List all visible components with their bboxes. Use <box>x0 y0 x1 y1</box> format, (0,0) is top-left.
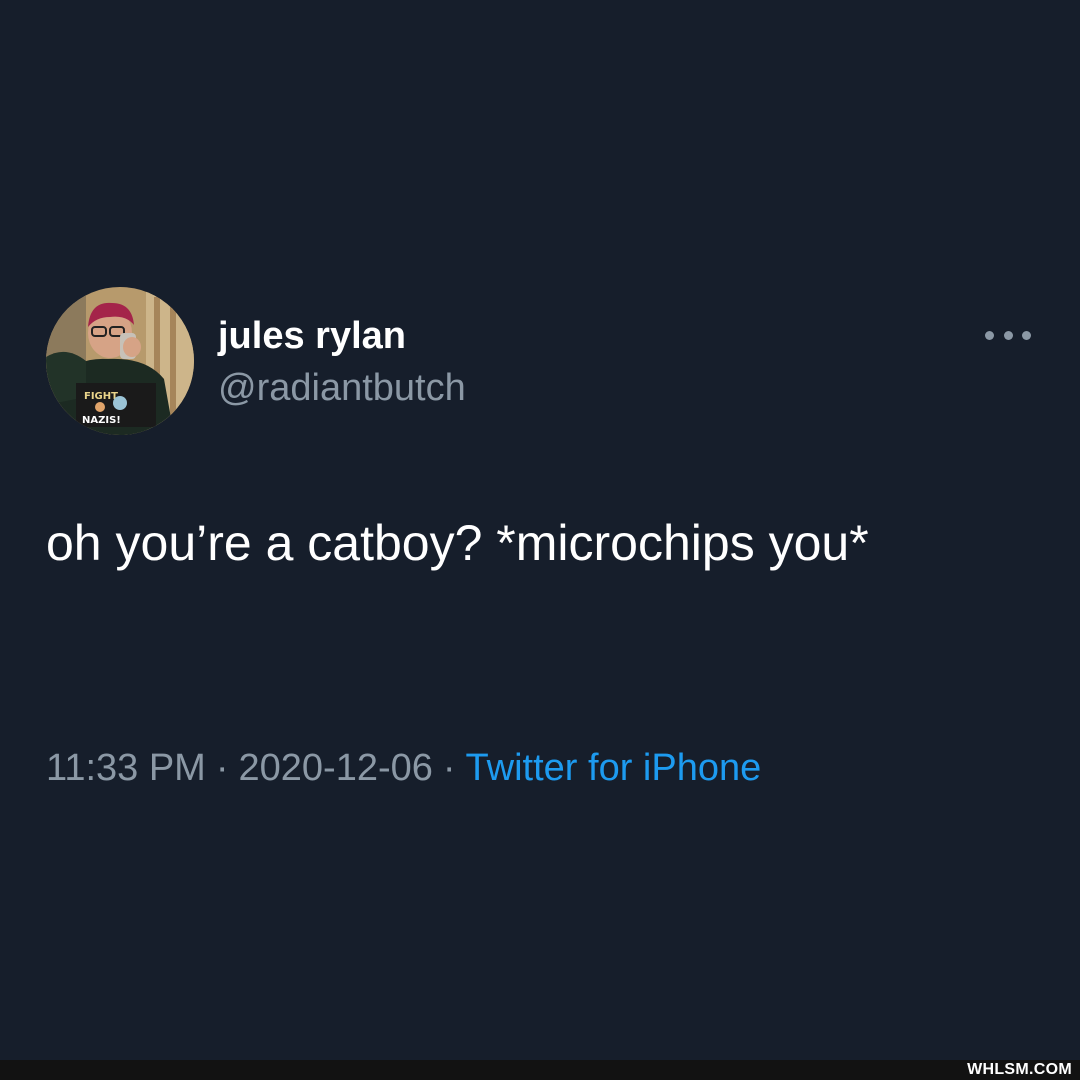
avatar[interactable]: FIGHT NAZIS! <box>46 287 194 435</box>
avatar-photo: FIGHT NAZIS! <box>46 287 194 435</box>
more-horizontal-icon[interactable] <box>985 322 1031 348</box>
tweet-date: 2020-12-06 <box>238 747 433 789</box>
watermark: WHLSM.COM <box>967 1061 1072 1078</box>
avatar-shirt-text-top: FIGHT <box>84 391 118 402</box>
tweet-meta: 11:33 PM · 2020-12-06 · Twitter for iPhone <box>46 744 761 792</box>
more-dot <box>985 330 994 340</box>
more-dot <box>1003 330 1013 340</box>
user-handle[interactable]: @radiantbutch <box>218 366 466 410</box>
tweet-card: FIGHT NAZIS! jules rylan @radiantbutch o… <box>0 0 1080 1060</box>
watermark-bar <box>0 1060 1080 1080</box>
meta-separator: · <box>442 747 456 789</box>
meta-separator: · <box>215 747 229 789</box>
tweet-text: oh you’re a catboy? *microchips you* <box>46 515 869 571</box>
display-name[interactable]: jules rylan <box>218 314 406 358</box>
avatar-shirt-text-bottom: NAZIS! <box>82 415 121 426</box>
tweet-time: 11:33 PM <box>46 747 206 789</box>
tweet-source-link[interactable]: Twitter for iPhone <box>466 747 762 789</box>
more-dot <box>1022 330 1031 340</box>
